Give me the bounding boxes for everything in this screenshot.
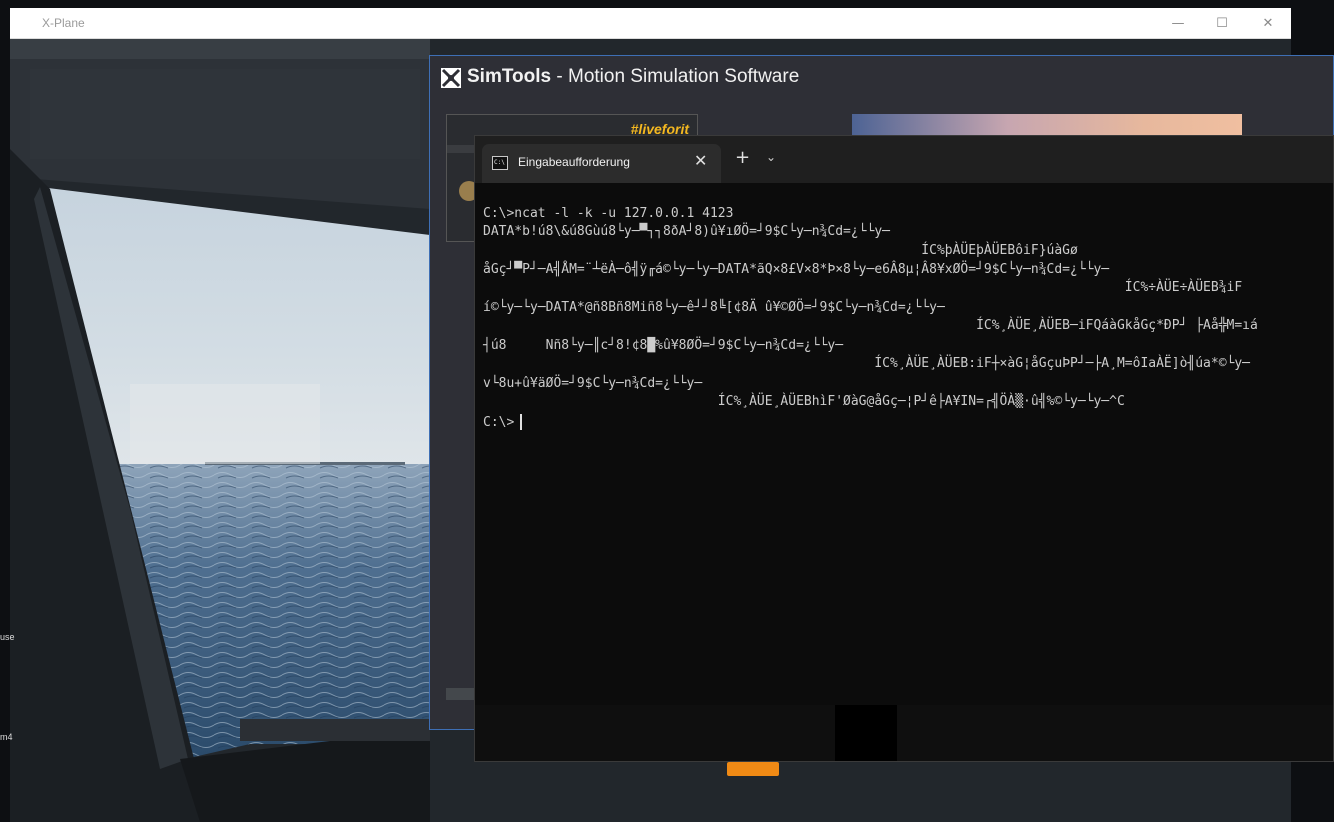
- command-prompt-icon: C:\: [492, 156, 508, 170]
- desktop-edge-label: use: [0, 632, 15, 642]
- close-icon[interactable]: ✕: [1258, 14, 1278, 34]
- close-tab-icon[interactable]: ✕: [694, 151, 707, 170]
- text-cursor: [520, 414, 522, 430]
- simtools-status-strip: [446, 688, 476, 700]
- terminal-line: ÍC%÷ÀÜE÷ÀÜEB¾iF: [483, 280, 1243, 295]
- new-tab-button[interactable]: +: [735, 147, 750, 168]
- xplane-window-title: X-Plane: [42, 16, 85, 30]
- terminal-line: ÍC%¸ÀÜE¸ÀÜEB─iFQáàGkåGç*ÐP┘ ├Aå╬M=ıá: [483, 318, 1258, 333]
- simtools-subtitle: - Motion Simulation Software: [551, 66, 800, 87]
- maximize-icon[interactable]: ☐: [1212, 14, 1232, 34]
- tab-title: Eingabeaufforderung: [518, 155, 630, 169]
- terminal-line: C:\>ncat -l -k -u 127.0.0.1 4123: [483, 206, 734, 221]
- terminal-tab-bar[interactable]: C:\ Eingabeaufforderung ✕ + ⌄: [475, 136, 1333, 183]
- terminal-line: ÍC%¸ÀÜE¸ÀÜEBhìF'ØàG@åGç─¦P┘ê├A¥IN=┌╣ÖÀ▒·…: [483, 394, 1125, 409]
- terminal-window[interactable]: C:\ Eingabeaufforderung ✕ + ⌄ C:\>ncat -…: [474, 135, 1334, 762]
- simtools-window-title: SimTools - Motion Simulation Software: [467, 66, 799, 88]
- desktop-edge-label: m4: [0, 732, 13, 742]
- simtools-brand: SimTools: [467, 66, 552, 87]
- terminal-prompt: C:\>: [483, 415, 515, 430]
- tab-eingabeaufforderung[interactable]: C:\ Eingabeaufforderung ✕: [482, 144, 721, 183]
- terminal-line: ┤ú8 Nñ8└y─║c┘8!¢8█%û¥8ØÖ=┘9$C└y─n¾Cd=¿└└…: [483, 338, 844, 353]
- terminal-line: v└8u+û¥äØÖ=┘9$C└y─n¾Cd=¿└└y─: [483, 376, 703, 391]
- xplane-titlebar[interactable]: X-Plane — ☐ ✕: [10, 8, 1291, 39]
- terminal-bottom-region: [475, 705, 1333, 761]
- terminal-output[interactable]: C:\>ncat -l -k -u 127.0.0.1 4123 DATA*b!…: [475, 183, 1333, 761]
- terminal-line: ÍC%¸ÀÜE¸ÀÜEB:iF┼×àG¦åGçuÞP┘─├A¸M=ôIaÀË]ò…: [483, 356, 1251, 371]
- taskbar-app-icon[interactable]: [727, 762, 779, 776]
- terminal-gap: [835, 705, 897, 761]
- simtools-logo-icon: [441, 68, 461, 88]
- chevron-down-icon[interactable]: ⌄: [766, 150, 776, 164]
- terminal-line: ÍC%þÀÜEþÀÜEBôiF}úàGø: [483, 243, 1078, 258]
- terminal-line: åGç┘▀P┘─A╣ÅM=¨┴ëÀ─ô╣ÿ╓á©└y─└y─DATA*ãQ×8£…: [483, 262, 1110, 277]
- minimize-icon[interactable]: —: [1168, 14, 1188, 34]
- terminal-line: í©└y─└y─DATA*@ñ8Bñ8Miñ8└y─ê┘┘8╚[¢8Ä û¥©Ø…: [483, 300, 945, 315]
- terminal-line: DATA*b!ú8\&ú8Gùú8└y─▀┐┐8ðA┘8)û¥ıØÖ=┘9$C└…: [483, 224, 890, 239]
